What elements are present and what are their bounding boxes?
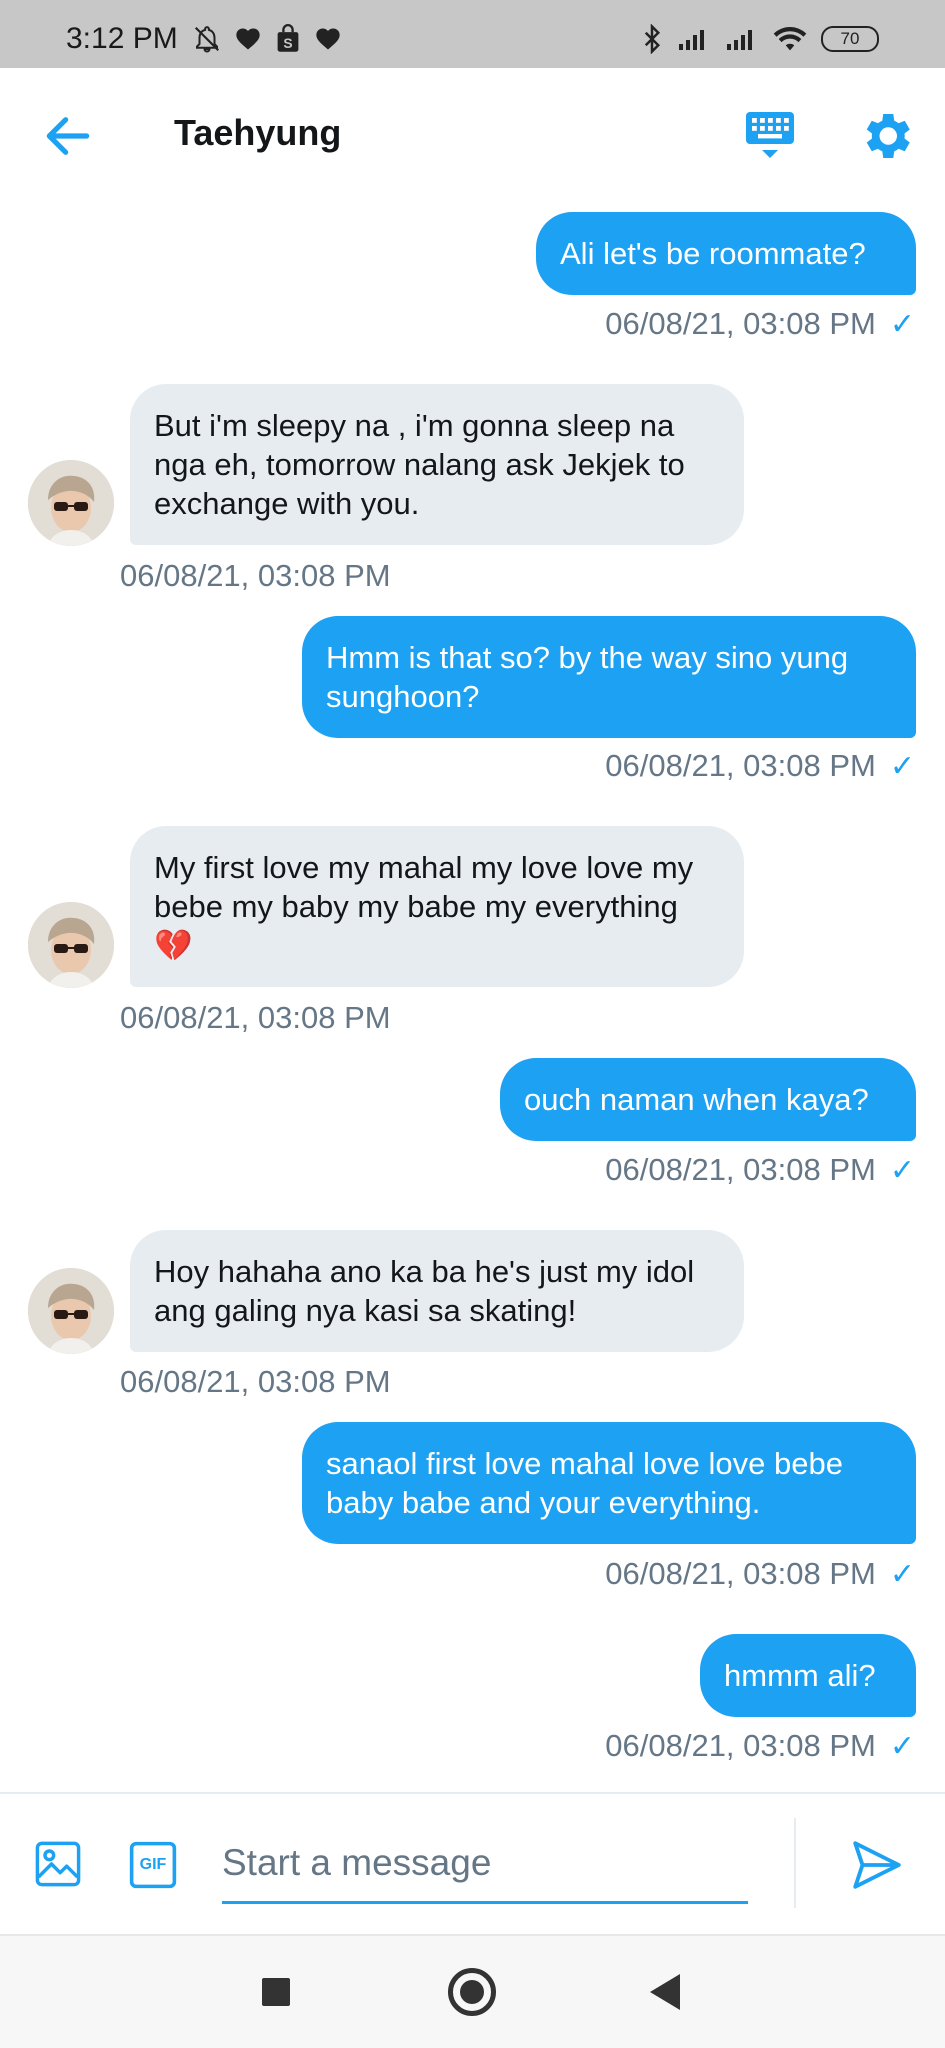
signal-icon <box>679 30 704 50</box>
wifi-icon <box>773 27 807 51</box>
outgoing-message[interactable]: sanaol first love mahal love love bebe b… <box>302 1422 916 1544</box>
avatar-photo <box>28 1268 114 1354</box>
add-gif-button[interactable]: GIF <box>126 1838 180 1892</box>
avatar[interactable] <box>28 460 114 546</box>
message-meta: 06/08/21, 03:08 PM ✓ <box>605 1152 915 1188</box>
message-meta: 06/08/21, 03:08 PM <box>120 558 391 594</box>
send-icon <box>853 1841 901 1889</box>
gear-icon <box>866 114 910 158</box>
system-nav-bar <box>0 1934 945 2048</box>
incoming-message[interactable]: My first love my mahal my love love my b… <box>130 826 744 987</box>
message-timestamp: 06/08/21, 03:08 PM <box>120 1364 391 1399</box>
conversation-header: Taehyung <box>0 68 945 202</box>
shopping-bag-icon: S <box>277 24 299 52</box>
message-timestamp: 06/08/21, 03:08 PM <box>605 306 876 341</box>
message-timestamp: 06/08/21, 03:08 PM <box>605 1728 876 1763</box>
outgoing-message[interactable]: ouch naman when kaya? <box>500 1058 916 1141</box>
message-composer: GIF <box>0 1792 945 1934</box>
image-icon <box>35 1841 81 1887</box>
message-timestamp: 06/08/21, 03:08 PM <box>120 558 391 593</box>
message-timestamp: 06/08/21, 03:08 PM <box>120 1000 391 1035</box>
avatar[interactable] <box>28 1268 114 1354</box>
keyboard-button[interactable] <box>742 108 798 164</box>
bell-off-icon <box>194 26 220 53</box>
message-timestamp: 06/08/21, 03:08 PM <box>605 1152 876 1187</box>
system-back-button[interactable] <box>650 1974 680 2010</box>
battery-indicator: 70 <box>821 26 879 52</box>
message-meta: 06/08/21, 03:08 PM ✓ <box>605 1728 915 1764</box>
conversation-title: Taehyung <box>174 112 342 153</box>
status-left-icons: S <box>192 24 342 54</box>
settings-button[interactable] <box>856 106 916 166</box>
signal-icon <box>727 30 752 50</box>
message-meta: 06/08/21, 03:08 PM ✓ <box>605 1556 915 1592</box>
add-image-button[interactable] <box>32 1838 84 1890</box>
read-check-icon: ✓ <box>889 1153 915 1187</box>
read-check-icon: ✓ <box>889 749 915 783</box>
status-time: 3:12 PM <box>66 22 178 55</box>
message-meta: 06/08/21, 03:08 PM ✓ <box>605 748 915 784</box>
keyboard-icon <box>746 112 794 158</box>
message-meta: 06/08/21, 03:08 PM <box>120 1364 391 1400</box>
send-button[interactable] <box>848 1836 906 1894</box>
status-bar: 3:12 PM S 70 <box>0 0 945 68</box>
heart-icon <box>316 28 340 50</box>
status-right-icons: 70 <box>641 24 879 54</box>
home-button[interactable] <box>448 1968 496 2016</box>
read-check-icon: ✓ <box>889 1729 915 1763</box>
message-input[interactable] <box>222 1824 748 1904</box>
heart-icon <box>236 28 260 50</box>
composer-divider <box>794 1818 796 1908</box>
message-timestamp: 06/08/21, 03:08 PM <box>605 748 876 783</box>
read-check-icon: ✓ <box>889 307 915 341</box>
outgoing-message[interactable]: Hmm is that so? by the way sino yung sun… <box>302 616 916 738</box>
gif-label: GIF <box>139 1856 167 1873</box>
bluetooth-icon <box>644 24 661 54</box>
read-check-icon: ✓ <box>889 1557 915 1591</box>
outgoing-message[interactable]: Ali let's be roommate? <box>536 212 916 295</box>
incoming-message[interactable]: Hoy hahaha ano ka ba he's just my idol a… <box>130 1230 744 1352</box>
message-timestamp: 06/08/21, 03:08 PM <box>605 1556 876 1591</box>
avatar[interactable] <box>28 902 114 988</box>
back-arrow-icon <box>46 117 90 155</box>
message-thread[interactable]: Ali let's be roommate? 06/08/21, 03:08 P… <box>0 202 945 1792</box>
back-button[interactable] <box>40 108 96 164</box>
avatar-photo <box>28 460 114 546</box>
message-meta: 06/08/21, 03:08 PM ✓ <box>605 306 915 342</box>
message-meta: 06/08/21, 03:08 PM <box>120 1000 391 1036</box>
outgoing-message[interactable]: hmmm ali? <box>700 1634 916 1717</box>
incoming-message[interactable]: But i'm sleepy na , i'm gonna sleep na n… <box>130 384 744 545</box>
recents-button[interactable] <box>262 1978 290 2006</box>
avatar-photo <box>28 902 114 988</box>
svg-text:S: S <box>283 35 292 51</box>
